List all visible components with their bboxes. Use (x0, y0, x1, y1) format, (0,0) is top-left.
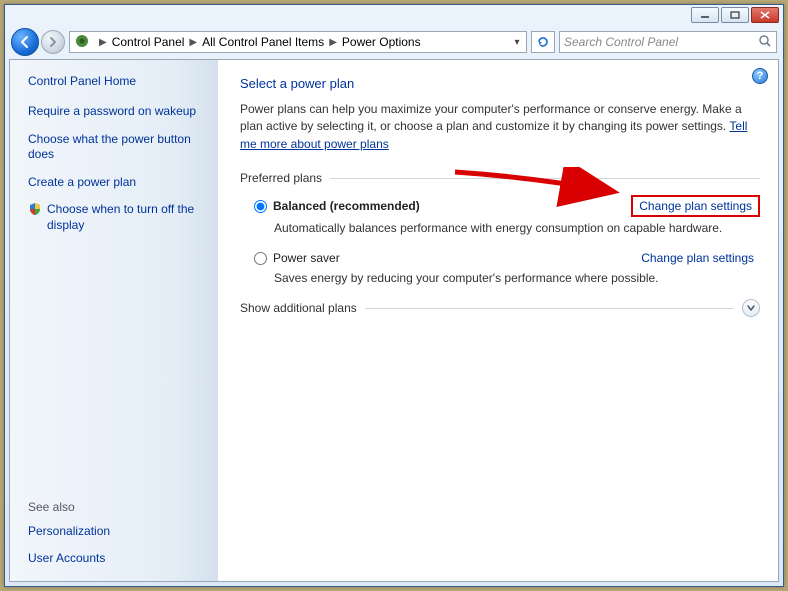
back-button[interactable] (11, 28, 39, 56)
refresh-button[interactable] (531, 31, 555, 53)
navigation-bar: ▶ Control Panel ▶ All Control Panel Item… (5, 27, 783, 57)
change-plan-settings-power-saver[interactable]: Change plan settings (635, 249, 760, 267)
search-input[interactable]: Search Control Panel (559, 31, 777, 53)
page-title: Select a power plan (240, 76, 760, 91)
breadcrumb-separator-icon: ▶ (186, 37, 200, 48)
breadcrumb-separator-icon: ▶ (96, 37, 110, 48)
sidebar-link-turn-off-display[interactable]: Choose when to turn off the display (47, 202, 206, 233)
see-also-user-accounts[interactable]: User Accounts (28, 551, 206, 567)
plan-balanced-radio[interactable] (254, 200, 267, 213)
content-pane: ? Select a power plan Power plans can he… (218, 60, 778, 581)
change-plan-settings-balanced[interactable]: Change plan settings (631, 195, 760, 217)
window-body: Control Panel Home Require a password on… (9, 59, 779, 582)
search-icon (758, 34, 772, 51)
control-panel-icon (74, 33, 90, 52)
control-panel-home-link[interactable]: Control Panel Home (28, 74, 206, 88)
preferred-plans-label: Preferred plans (240, 171, 322, 185)
show-additional-plans[interactable]: Show additional plans (240, 299, 760, 317)
address-bar[interactable]: ▶ Control Panel ▶ All Control Panel Item… (69, 31, 527, 53)
plan-balanced-description: Automatically balances performance with … (274, 221, 760, 235)
shield-icon (28, 202, 42, 219)
maximize-button[interactable] (721, 7, 749, 23)
breadcrumb-item[interactable]: Power Options (340, 35, 423, 49)
sidebar: Control Panel Home Require a password on… (10, 60, 218, 581)
plan-power-saver-name: Power saver (273, 251, 340, 265)
sidebar-link-power-button[interactable]: Choose what the power button does (28, 132, 206, 163)
minimize-button[interactable] (691, 7, 719, 23)
divider (330, 178, 760, 179)
divider (365, 308, 734, 309)
chevron-down-icon[interactable] (742, 299, 760, 317)
plan-balanced-name: Balanced (recommended) (273, 199, 420, 213)
help-icon[interactable]: ? (752, 68, 768, 84)
see-also-heading: See also (28, 500, 206, 514)
window-frame: ▶ Control Panel ▶ All Control Panel Item… (4, 4, 784, 587)
address-dropdown-icon[interactable]: ▾ (508, 37, 526, 48)
breadcrumb-item[interactable]: Control Panel (110, 35, 187, 49)
breadcrumb-separator-icon: ▶ (326, 37, 340, 48)
close-button[interactable] (751, 7, 779, 23)
plan-power-saver-radio[interactable] (254, 252, 267, 265)
sidebar-link-password-wakeup[interactable]: Require a password on wakeup (28, 104, 206, 120)
show-additional-plans-label: Show additional plans (240, 301, 357, 315)
see-also-personalization[interactable]: Personalization (28, 524, 206, 540)
search-placeholder: Search Control Panel (564, 35, 678, 49)
sidebar-link-create-plan[interactable]: Create a power plan (28, 175, 206, 191)
plan-power-saver-description: Saves energy by reducing your computer's… (274, 271, 760, 285)
preferred-plans-heading: Preferred plans (240, 171, 760, 185)
breadcrumb-item[interactable]: All Control Panel Items (200, 35, 326, 49)
plan-power-saver: Power saver Change plan settings Saves e… (254, 249, 760, 285)
plan-balanced: Balanced (recommended) Change plan setti… (254, 195, 760, 235)
forward-button[interactable] (41, 30, 65, 54)
page-description-text: Power plans can help you maximize your c… (240, 102, 742, 133)
titlebar (5, 5, 783, 27)
page-description: Power plans can help you maximize your c… (240, 101, 760, 153)
